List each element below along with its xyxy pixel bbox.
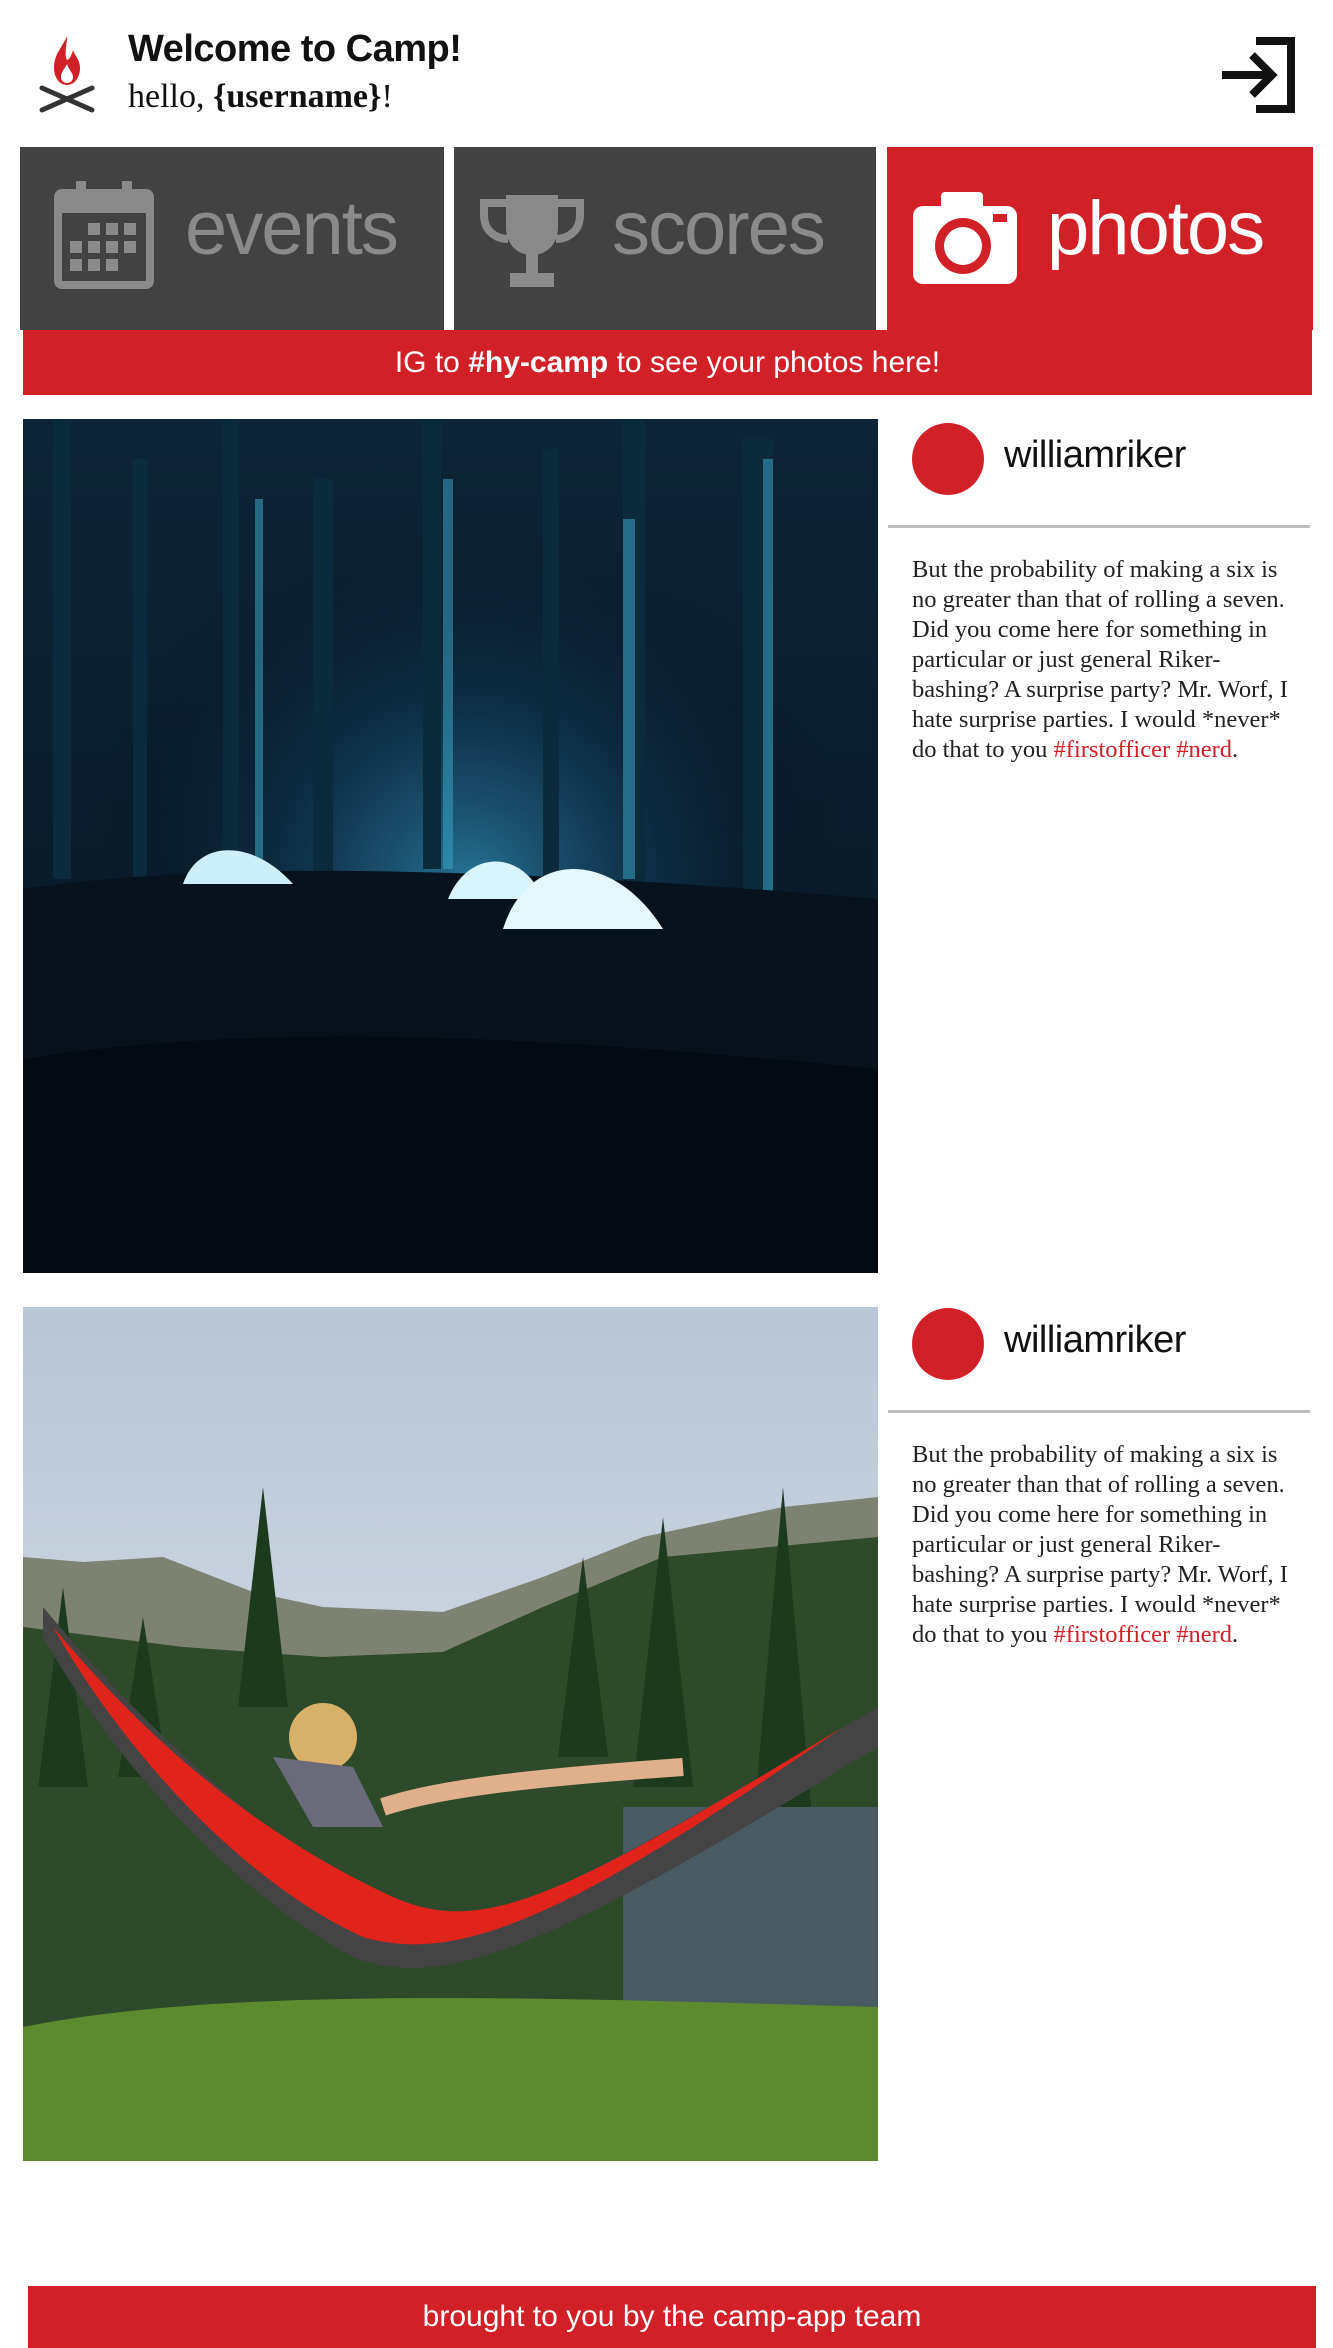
page-title: Welcome to Camp!: [128, 28, 462, 70]
divider: [888, 1410, 1310, 1413]
tab-label: events: [185, 186, 399, 271]
post-caption: But the probability of making a six is n…: [912, 1440, 1307, 1650]
camera-icon: [913, 192, 1017, 284]
tab-scores[interactable]: scores: [454, 147, 876, 330]
tab-label: photos: [1047, 186, 1265, 271]
hashtag-banner: IG to #hy-camp to see your photos here!: [23, 330, 1312, 395]
banner-prefix: IG to: [394, 346, 469, 379]
divider: [888, 525, 1310, 528]
tab-label: scores: [612, 186, 826, 271]
caption-end: .: [1232, 1621, 1239, 1648]
campfire-icon: [39, 36, 95, 113]
post-caption: But the probability of making a six is n…: [912, 555, 1307, 765]
avatar[interactable]: [912, 1308, 984, 1380]
caption-end: .: [1232, 736, 1239, 763]
hashtag-link[interactable]: #nerd: [1176, 1621, 1232, 1648]
night-tents-forest-photo[interactable]: [23, 419, 878, 1273]
footer: brought to you by the camp-app team: [28, 2286, 1316, 2348]
calendar-icon: [54, 181, 154, 289]
banner-hashtag[interactable]: #hy-camp: [468, 346, 608, 379]
caption-text: But the probability of making a six is n…: [912, 556, 1288, 763]
post-username[interactable]: williamriker: [1004, 434, 1186, 477]
hashtag-link[interactable]: #nerd: [1176, 736, 1232, 763]
greeting: hello, {username}!: [128, 78, 393, 116]
caption-text: But the probability of making a six is n…: [912, 1441, 1288, 1648]
sign-in-icon[interactable]: [1218, 36, 1298, 114]
hammock-lake-photo[interactable]: [23, 1307, 878, 2161]
post-username[interactable]: williamriker: [1004, 1319, 1186, 1362]
hashtag-link[interactable]: #firstofficer: [1054, 1621, 1171, 1648]
banner-suffix: to see your photos here!: [608, 346, 941, 379]
trophy-icon: [480, 195, 584, 287]
greeting-suffix: !: [381, 78, 393, 115]
avatar[interactable]: [912, 423, 984, 495]
hashtag-link[interactable]: #firstofficer: [1054, 736, 1171, 763]
tab-photos[interactable]: photos: [887, 147, 1313, 330]
username-placeholder: {username}: [212, 78, 382, 115]
tab-events[interactable]: events: [20, 147, 444, 330]
greeting-prefix: hello,: [128, 78, 213, 115]
